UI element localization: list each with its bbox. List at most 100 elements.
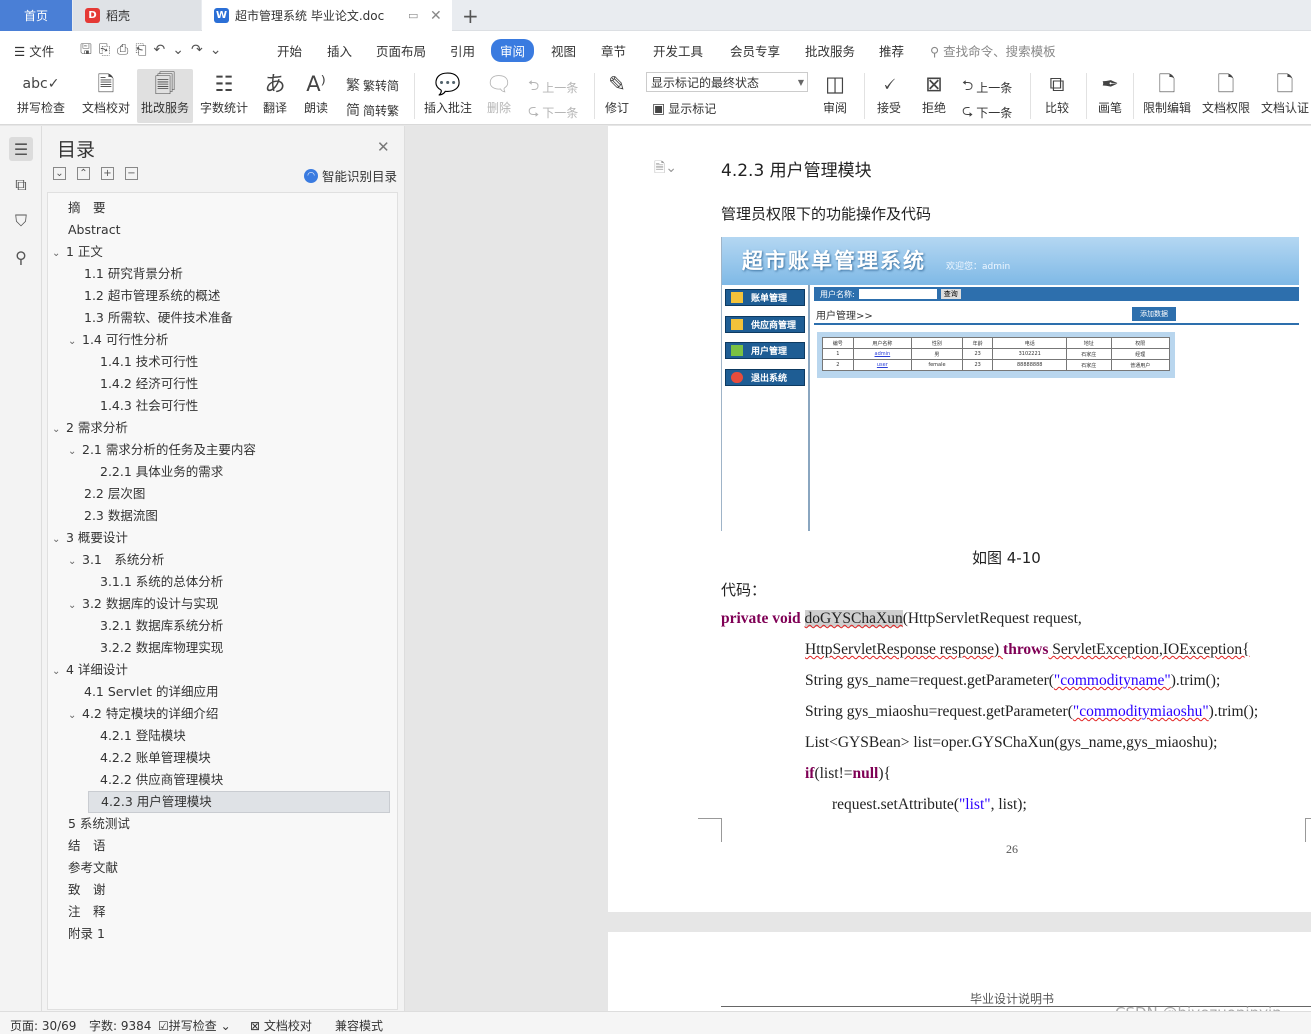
chevron-down-icon[interactable]: ⌄: [52, 419, 66, 441]
toc-item[interactable]: 1.3 所需软、硬件技术准备: [84, 307, 233, 329]
doc-certify-button[interactable]: 🗋 文档认证: [1259, 69, 1311, 123]
chevron-down-icon[interactable]: ⌄: [52, 661, 66, 683]
spellcheck-button[interactable]: abc✓ 拼写检查: [10, 69, 72, 123]
simp-to-trad-button[interactable]: 简简转繁: [346, 100, 399, 120]
toc-item[interactable]: 1.4.2 经济可行性: [100, 373, 198, 395]
close-icon[interactable]: ✕: [377, 138, 390, 156]
status-page[interactable]: 页面: 30/69: [10, 1017, 76, 1034]
toc-item[interactable]: ⌄ 2 需求分析: [52, 417, 128, 439]
toc-item[interactable]: 3.2.2 数据库物理实现: [100, 637, 223, 659]
quick-access-icons[interactable]: 🖫⎘⎙⎗↶⌄↷⌄: [80, 39, 228, 63]
toc-item[interactable]: 2.2 层次图: [84, 483, 145, 505]
toc-item[interactable]: 2.3 数据流图: [84, 505, 158, 527]
toc-item[interactable]: 3.1.1 系统的总体分析: [100, 571, 223, 593]
status-wordcount[interactable]: 字数: 9384: [89, 1017, 151, 1034]
toc-item[interactable]: ⌄ 1 正文: [52, 241, 103, 263]
tab-home[interactable]: 首页: [0, 0, 72, 31]
doc-permission-button[interactable]: 🗋 文档权限: [1200, 69, 1252, 123]
toc-item[interactable]: 1.2 超市管理系统的概述: [84, 285, 220, 307]
chevron-down-icon[interactable]: ⌄: [68, 595, 82, 617]
toc-item[interactable]: Abstract: [68, 219, 120, 241]
toc-item[interactable]: 1.4.1 技术可行性: [100, 351, 198, 373]
toc-item[interactable]: 结 语: [68, 835, 106, 857]
toc-item[interactable]: 1.4.3 社会可行性: [100, 395, 198, 417]
menu-dev-tools[interactable]: 开发工具: [653, 41, 703, 60]
reject-button[interactable]: ⊠ 拒绝: [915, 69, 953, 123]
translate-button[interactable]: あ翻译: [255, 69, 295, 123]
toc-item[interactable]: 致 谢: [68, 879, 106, 901]
toc-item[interactable]: 注 释: [68, 901, 106, 923]
markup-state-select[interactable]: 显示标记的最终状态 ▼: [646, 72, 808, 92]
toc-item[interactable]: ⌄ 3 概要设计: [52, 527, 128, 549]
window-icon[interactable]: ▭: [408, 9, 418, 22]
toc-item[interactable]: ⌄ 2.1 需求分析的任务及主要内容: [68, 439, 256, 461]
menu-page-layout[interactable]: 页面布局: [376, 41, 426, 60]
delete-comment-button[interactable]: 🗨 删除: [480, 69, 518, 123]
read-aloud-button[interactable]: A⁾ 朗读: [300, 69, 332, 123]
toc-item[interactable]: 摘 要: [68, 197, 106, 219]
toc-item[interactable]: 4.2.2 供应商管理模块: [100, 769, 223, 791]
wordcount-button[interactable]: ☷ 字数统计: [198, 69, 250, 123]
close-tab-icon[interactable]: ✕: [430, 8, 442, 24]
menu-references[interactable]: 引用: [450, 41, 475, 60]
correction-service-button[interactable]: 🗐 批改服务: [137, 69, 193, 123]
accept-button[interactable]: 🗸 接受: [870, 69, 908, 123]
next-comment-button[interactable]: ⮎ 下一条: [528, 100, 578, 124]
menu-member[interactable]: 会员专享: [730, 41, 780, 60]
pen-button[interactable]: ✒ 画笔: [1093, 69, 1127, 123]
menu-recommend[interactable]: 推荐: [879, 41, 904, 60]
menu-insert[interactable]: 插入: [327, 41, 352, 60]
toc-item[interactable]: 5 系统测试: [68, 813, 130, 835]
chevron-down-icon[interactable]: ⌄: [68, 705, 82, 727]
command-search[interactable]: ⚲ 查找命令、搜索模板: [930, 41, 1056, 60]
menu-file[interactable]: ☰ 文件: [14, 41, 54, 60]
document-icon[interactable]: 🗎⌄: [654, 157, 677, 181]
chevron-down-icon[interactable]: ⌄: [68, 551, 82, 573]
toc-item[interactable]: 2.2.1 具体业务的需求: [100, 461, 223, 483]
toc-item[interactable]: ⌄ 3.2 数据库的设计与实现: [68, 593, 218, 615]
toc-item[interactable]: 3.2.1 数据库系统分析: [100, 615, 223, 637]
chevron-down-icon[interactable]: ⌄: [68, 441, 82, 463]
status-proofread[interactable]: ⊠ 文档校对: [250, 1017, 312, 1034]
compare-button[interactable]: ⧉ 比较: [1038, 69, 1076, 123]
collapse-up-icon[interactable]: ⌃: [77, 167, 90, 180]
menu-start[interactable]: 开始: [277, 41, 302, 60]
review-pane-button[interactable]: ◫ 审阅: [816, 69, 854, 123]
toc-item[interactable]: ⌄ 1.4 可行性分析: [68, 329, 168, 351]
toc-view-icon[interactable]: ☰: [9, 137, 33, 161]
prev-comment-button[interactable]: ⮌ 上一条: [528, 75, 578, 99]
tab-daoke[interactable]: D 稻壳: [73, 0, 201, 31]
prev-change-button[interactable]: ⮌ 上一条: [962, 75, 1012, 99]
toc-item[interactable]: 附录 1: [68, 923, 105, 945]
toc-item[interactable]: 4.2.3 用户管理模块: [88, 791, 390, 813]
proofread-button[interactable]: 🗎 文档校对: [78, 69, 134, 123]
toc-item[interactable]: 4.2.2 账单管理模块: [100, 747, 211, 769]
tab-document[interactable]: W 超市管理系统 毕业论文.doc ▭ ✕: [202, 0, 452, 31]
toc-item[interactable]: 参考文献: [68, 857, 118, 879]
next-change-button[interactable]: ⮎ 下一条: [962, 100, 1012, 124]
chevron-down-icon[interactable]: ⌄: [68, 331, 82, 353]
menu-chapter[interactable]: 章节: [601, 41, 626, 60]
trad-to-simp-button[interactable]: 繁繁转简: [346, 75, 399, 95]
bookmark-icon[interactable]: ⛉: [9, 209, 33, 233]
new-tab-icon[interactable]: +: [462, 0, 479, 31]
outline-view-icon[interactable]: ⧉: [9, 173, 33, 197]
toc-item[interactable]: ⌄ 4.2 特定模块的详细介绍: [68, 703, 218, 725]
smart-toc-button[interactable]: ◠ 智能识别目录: [304, 166, 397, 185]
restrict-edit-button[interactable]: 🗋 限制编辑: [1140, 69, 1194, 123]
menu-view[interactable]: 视图: [551, 41, 576, 60]
status-spellcheck[interactable]: ☑拼写检查 ⌄: [158, 1017, 231, 1034]
menu-review[interactable]: 审阅: [491, 39, 535, 62]
track-changes-button[interactable]: ✎ 修订: [600, 69, 634, 123]
expand-all-icon[interactable]: +: [101, 167, 114, 180]
toc-item[interactable]: 1.1 研究背景分析: [84, 263, 183, 285]
toc-item[interactable]: 4.2.1 登陆模块: [100, 725, 186, 747]
menu-correction[interactable]: 批改服务: [805, 41, 855, 60]
collapse-down-icon[interactable]: ⌄: [53, 167, 66, 180]
toc-item[interactable]: 4.1 Servlet 的详细应用: [84, 681, 219, 703]
show-markup-button[interactable]: ▣ 显示标记: [652, 100, 716, 117]
insert-comment-button[interactable]: 💬 插入批注: [422, 69, 474, 123]
chevron-down-icon[interactable]: ⌄: [52, 529, 66, 551]
search-icon[interactable]: ⚲: [9, 245, 33, 269]
chevron-down-icon[interactable]: ⌄: [52, 243, 66, 265]
